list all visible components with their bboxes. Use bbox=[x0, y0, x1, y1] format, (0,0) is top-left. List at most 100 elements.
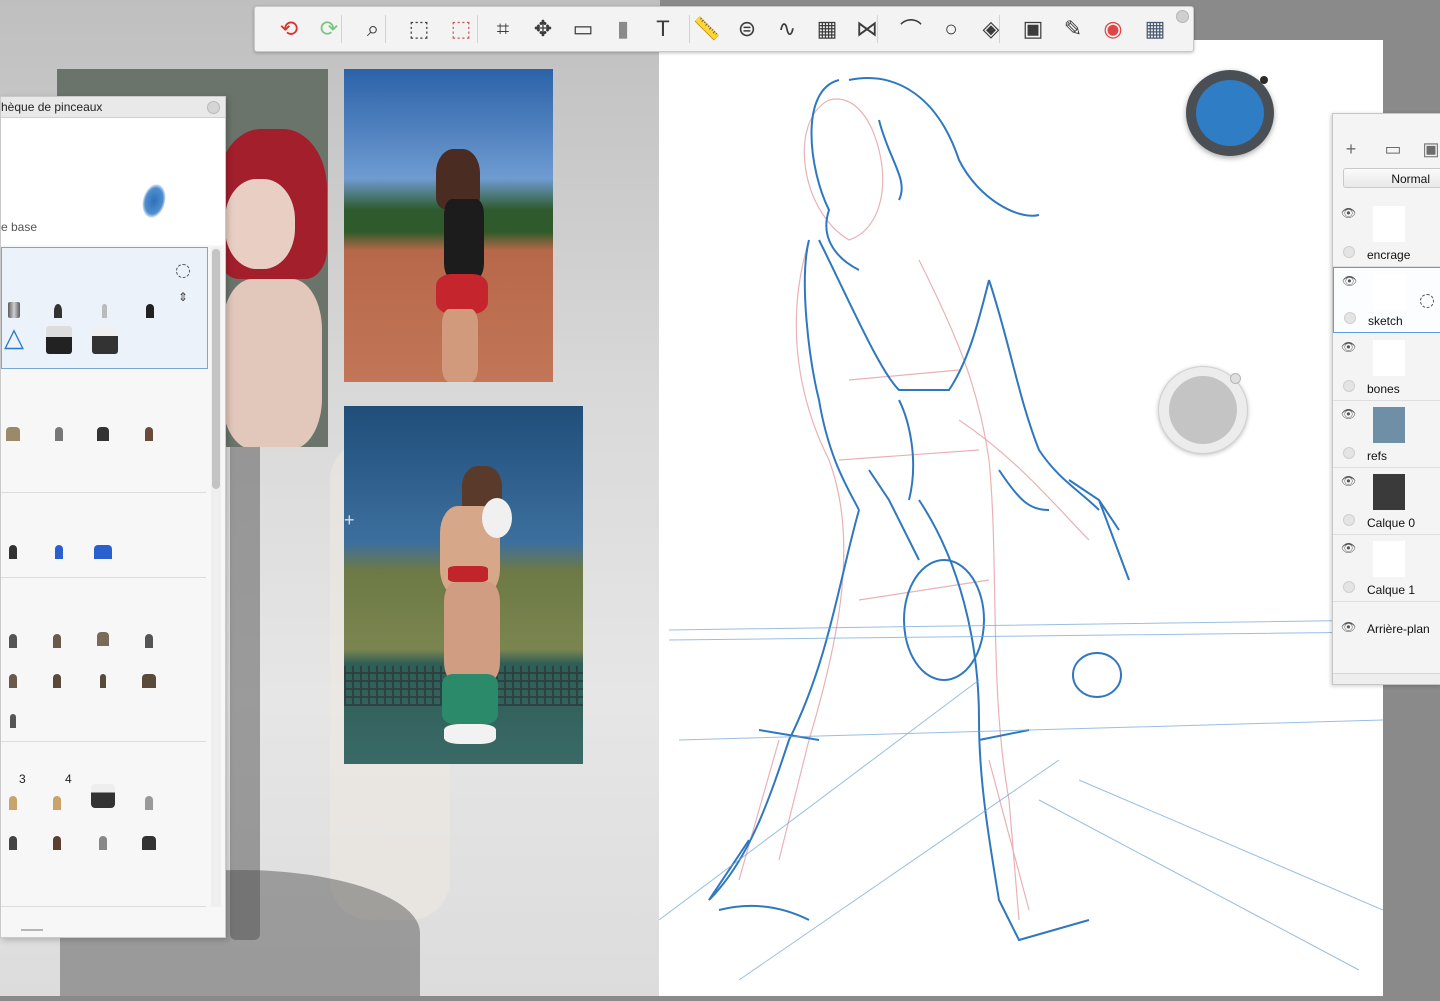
toolbar-close-button[interactable] bbox=[1176, 10, 1189, 23]
add-layer-icon[interactable]: + bbox=[1341, 139, 1361, 159]
visibility-eye-icon[interactable]: 👁 bbox=[1341, 541, 1356, 555]
french-curve-button[interactable]: ∿ bbox=[771, 13, 803, 45]
transform-button[interactable]: ✥ bbox=[527, 13, 559, 45]
brush-5[interactable] bbox=[3, 654, 23, 688]
brush-17[interactable] bbox=[139, 816, 159, 850]
symmetry-button[interactable]: ⋈ bbox=[851, 13, 883, 45]
visibility-eye-icon[interactable]: 👁 bbox=[1342, 274, 1357, 288]
brush-marker-dark[interactable] bbox=[3, 525, 23, 559]
layer-lock-toggle[interactable] bbox=[1343, 514, 1355, 526]
brush-puck-center[interactable] bbox=[1169, 376, 1237, 444]
current-color-swatch[interactable] bbox=[1196, 80, 1264, 146]
french-curve-icon: ∿ bbox=[777, 16, 797, 41]
brush-chalk[interactable] bbox=[49, 407, 69, 441]
brush-marker[interactable] bbox=[140, 284, 160, 318]
eraser-soft-icon[interactable] bbox=[92, 328, 118, 354]
toolbar-separator bbox=[477, 15, 478, 43]
brush-pencil[interactable] bbox=[48, 284, 68, 318]
brush-marker-blue[interactable] bbox=[49, 525, 69, 559]
brush-ink[interactable] bbox=[93, 407, 113, 441]
brush-pen-fine[interactable] bbox=[94, 284, 114, 318]
brush-7[interactable] bbox=[93, 654, 113, 688]
layer-row[interactable]: 👁 refs bbox=[1333, 401, 1440, 468]
brush-airbrush[interactable] bbox=[4, 284, 24, 318]
brush-16[interactable] bbox=[93, 816, 113, 850]
color-puck-handle[interactable] bbox=[1260, 76, 1268, 84]
layer-lock-toggle[interactable] bbox=[1343, 246, 1355, 258]
visibility-eye-icon[interactable]: 👁 bbox=[1341, 620, 1356, 634]
brush-12[interactable] bbox=[91, 784, 115, 808]
layer-row[interactable]: 👁 bones bbox=[1333, 334, 1440, 401]
brush-14[interactable] bbox=[3, 816, 23, 850]
brush-9[interactable] bbox=[3, 694, 23, 728]
select-clear-button[interactable]: ⬚ bbox=[445, 13, 477, 45]
brush-puck-handle[interactable] bbox=[1230, 373, 1241, 384]
brush-marker-wide[interactable] bbox=[93, 525, 113, 559]
layer-row[interactable]: 👁 Calque 0 bbox=[1333, 468, 1440, 535]
drawing-canvas[interactable] bbox=[658, 40, 1384, 996]
layer-lock-toggle[interactable] bbox=[1344, 312, 1356, 324]
brush-set-3[interactable] bbox=[1, 493, 206, 578]
shapes-button[interactable]: ◈ bbox=[975, 13, 1007, 45]
panel-resize-grip[interactable] bbox=[21, 929, 43, 931]
brush-10[interactable] bbox=[3, 776, 23, 810]
layer-row[interactable]: 👁 Arrière-plan bbox=[1333, 602, 1440, 652]
brush-3[interactable] bbox=[93, 612, 113, 646]
brush-2[interactable] bbox=[47, 614, 67, 648]
layer-row[interactable]: 👁 sketch bbox=[1333, 267, 1440, 333]
brush-6[interactable] bbox=[47, 654, 67, 688]
shape-circle-button[interactable]: ○ bbox=[935, 13, 967, 45]
layer-lock-toggle[interactable] bbox=[1343, 380, 1355, 392]
color-puck[interactable] bbox=[1186, 70, 1274, 156]
brush-15[interactable] bbox=[47, 816, 67, 850]
add-image-icon[interactable]: ▣ bbox=[1421, 139, 1440, 159]
scrollbar-thumb[interactable] bbox=[212, 249, 220, 489]
brush-library-scrollbar[interactable] bbox=[211, 247, 221, 907]
ellipse-guide-button[interactable]: ⊜ bbox=[731, 13, 763, 45]
brush-4[interactable] bbox=[139, 614, 159, 648]
copic-library-button[interactable]: ▣ bbox=[1017, 13, 1049, 45]
eraser-hard-icon[interactable] bbox=[46, 326, 72, 354]
crop-button[interactable]: ⌗ bbox=[487, 13, 519, 45]
reorder-arrows-icon[interactable]: ⇕ bbox=[178, 290, 188, 304]
distort-button[interactable]: ▭ bbox=[567, 13, 599, 45]
visibility-eye-icon[interactable]: 👁 bbox=[1341, 474, 1356, 488]
brush-8[interactable] bbox=[139, 654, 159, 688]
blend-mode-select[interactable]: Normal bbox=[1343, 168, 1440, 188]
layer-select-icon[interactable] bbox=[1420, 294, 1434, 308]
stroke-tool-button[interactable]: ⌒ bbox=[895, 13, 927, 45]
brush-11[interactable] bbox=[47, 776, 67, 810]
visibility-eye-icon[interactable]: 👁 bbox=[1341, 340, 1356, 354]
add-folder-icon[interactable]: ▭ bbox=[1383, 139, 1403, 159]
layer-row[interactable]: 👁 encrage bbox=[1333, 200, 1440, 267]
layer-lock-toggle[interactable] bbox=[1343, 581, 1355, 593]
triangle-brush-icon[interactable]: △ bbox=[4, 322, 24, 353]
brush-set-2[interactable] bbox=[1, 369, 206, 493]
layer-lock-toggle[interactable] bbox=[1343, 447, 1355, 459]
layer-row[interactable]: 👁 Calque 1 bbox=[1333, 535, 1440, 602]
reference-image-tennis-2[interactable] bbox=[344, 406, 583, 764]
visibility-eye-icon[interactable]: 👁 bbox=[1341, 206, 1356, 220]
brush-set-1[interactable]: ⇕ △ bbox=[1, 247, 208, 369]
brush-set-4[interactable] bbox=[1, 578, 206, 742]
brush-library-button[interactable]: ✎ bbox=[1057, 13, 1089, 45]
reference-image-tennis-1[interactable] bbox=[344, 69, 553, 382]
visibility-eye-icon[interactable]: 👁 bbox=[1341, 407, 1356, 421]
layers-panel-grip[interactable] bbox=[1333, 673, 1440, 684]
brush-library-close-button[interactable] bbox=[207, 101, 220, 114]
brush-1[interactable] bbox=[3, 614, 23, 648]
text-button[interactable]: T bbox=[647, 13, 679, 45]
brush-bristle[interactable] bbox=[3, 407, 23, 441]
color-wheel-button[interactable]: ◉ bbox=[1097, 13, 1129, 45]
undo-button[interactable]: ⟲ bbox=[273, 13, 305, 45]
ruler-button[interactable]: 📏 bbox=[691, 13, 723, 45]
layers-toggle-button[interactable]: ▦ bbox=[1139, 13, 1171, 45]
fill-button[interactable]: ▮ bbox=[607, 13, 639, 45]
select-button[interactable]: ⬚ bbox=[403, 13, 435, 45]
brush-puck[interactable] bbox=[1158, 366, 1248, 454]
perspective-button[interactable]: ▦ bbox=[811, 13, 843, 45]
brush-13[interactable] bbox=[139, 776, 159, 810]
brush-paint[interactable] bbox=[139, 407, 159, 441]
brush-set-5[interactable]: 3 4 bbox=[1, 742, 206, 907]
lasso-icon[interactable] bbox=[176, 264, 190, 278]
